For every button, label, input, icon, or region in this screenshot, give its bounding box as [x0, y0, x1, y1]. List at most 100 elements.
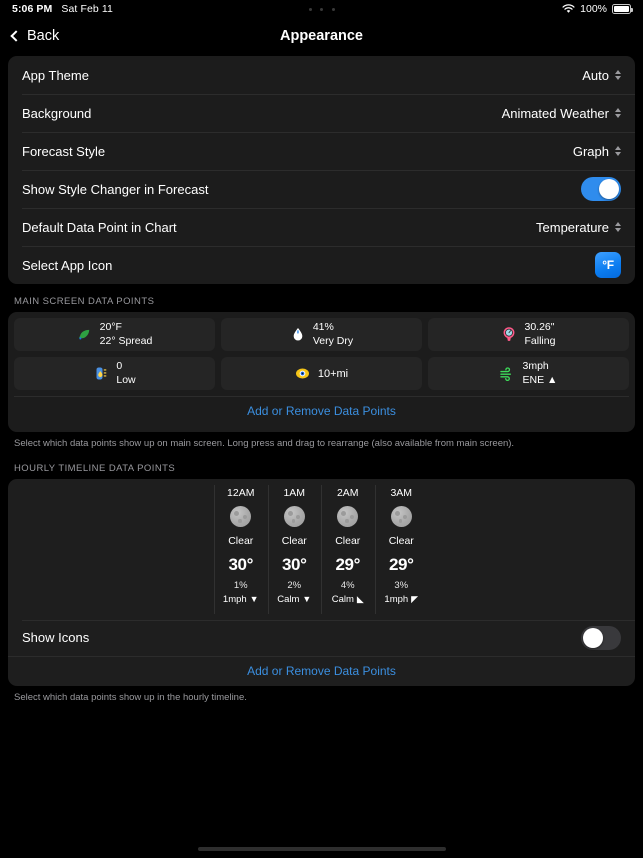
data-point-tile[interactable]: 20°F 22° Spread	[14, 318, 215, 351]
data-point-tile[interactable]: 0 Low	[14, 357, 215, 390]
data-point-tile[interactable]: 3mph ENE ▲	[427, 357, 629, 390]
row-show-style-changer: Show Style Changer in Forecast	[8, 170, 635, 208]
main-screen-tile-grid: 20°F 22° Spread 41% Very Dry 30.26" Fall…	[14, 318, 629, 390]
data-point-line2: 22° Spread	[99, 334, 153, 347]
row-forecast-style[interactable]: Forecast Style Graph	[8, 132, 635, 170]
hourly-column[interactable]: 3AM Clear 29° 3% 1mph ◤	[374, 479, 429, 620]
home-indicator	[0, 847, 643, 851]
data-point-tile[interactable]: 30.26" Falling	[427, 318, 629, 351]
hourly-precip-chance: 2%	[287, 579, 302, 591]
data-point-text: 3mph ENE ▲	[523, 360, 558, 386]
hourly-wind-speed: Calm	[277, 593, 300, 605]
hourly-precip-chance: 4%	[340, 579, 355, 591]
default-data-point-label: Default Data Point in Chart	[22, 219, 177, 235]
row-background[interactable]: Background Animated Weather	[8, 94, 635, 132]
show-style-changer-toggle[interactable]	[581, 177, 621, 201]
wind-direction-arrow-icon: ◤	[411, 593, 419, 604]
data-point-line1: 41%	[312, 321, 334, 334]
hourly-temperature: 29°	[388, 554, 414, 574]
default-data-point-value-group[interactable]: Temperature	[536, 220, 621, 235]
data-point-line1: 3mph	[522, 360, 549, 373]
hourly-time: 1AM	[283, 486, 306, 499]
status-bar-left: 5:06 PM Sat Feb 11	[12, 3, 113, 15]
pressure-gauge-icon	[501, 327, 517, 343]
hourly-wind: 1mph ◤	[384, 594, 418, 605]
chevron-left-icon	[10, 30, 22, 42]
hourly-timeline-card: 12AM Clear 30° 1% 1mph ▼ 1AM Clear 30° 2…	[8, 478, 635, 686]
data-point-line2: Low	[116, 373, 136, 386]
data-point-line2: ENE ▲	[522, 373, 558, 386]
hourly-column[interactable]: 2AM Clear 29° 4% Calm ◣	[321, 479, 375, 620]
chevron-updown-icon	[615, 70, 621, 80]
hourly-wind: Calm ◣	[332, 594, 364, 605]
add-remove-data-points-hourly[interactable]: Add or Remove Data Points	[8, 655, 635, 686]
data-point-line2: Very Dry	[312, 334, 354, 347]
hourly-time: 3AM	[390, 486, 413, 499]
moon-icon	[337, 505, 359, 527]
app-theme-value: Auto	[582, 67, 609, 83]
data-point-tile[interactable]: 41% Very Dry	[220, 318, 422, 351]
visibility-eye-icon	[295, 366, 311, 382]
hourly-spacer	[8, 479, 214, 620]
hourly-precip-chance: 3%	[394, 579, 409, 591]
data-point-line2: Falling	[524, 334, 556, 347]
row-default-data-point[interactable]: Default Data Point in Chart Temperature	[8, 208, 635, 246]
wind-direction-arrow-icon: ▼	[302, 593, 312, 604]
moon-icon	[390, 505, 412, 527]
back-button[interactable]: Back	[10, 28, 59, 44]
hourly-condition: Clear	[281, 534, 307, 547]
hourly-condition: Clear	[388, 534, 414, 547]
forecast-style-label: Forecast Style	[22, 143, 106, 159]
hourly-temperature: 29°	[335, 554, 360, 574]
background-value: Animated Weather	[501, 105, 609, 121]
data-point-line1: 20°F	[99, 321, 122, 334]
main-screen-data-points-card: 20°F 22° Spread 41% Very Dry 30.26" Fall…	[8, 312, 635, 432]
battery-full-icon	[612, 4, 633, 14]
hourly-section-footer: Select which data points show up in the …	[14, 691, 247, 703]
chevron-updown-icon	[615, 146, 621, 156]
hourly-column[interactable]: 1AM Clear 30° 2% Calm ▼	[267, 479, 322, 620]
hourly-column[interactable]: 12AM Clear 30° 1% 1mph ▼	[214, 479, 268, 620]
chevron-updown-icon	[615, 222, 621, 232]
data-point-text: 30.26" Falling	[524, 321, 555, 347]
hourly-wind: 1mph ▼	[223, 594, 259, 605]
hourly-temperature: 30°	[281, 554, 307, 574]
hourly-temperature: 30°	[228, 554, 253, 574]
forecast-style-value: Graph	[572, 143, 609, 159]
nav-bar: Back Appearance	[0, 18, 643, 54]
page-title: Appearance	[279, 28, 363, 44]
uv-index-icon	[93, 366, 109, 382]
status-time: 5:06 PM	[12, 3, 53, 15]
app-theme-value-group[interactable]: Auto	[582, 68, 621, 83]
wifi-icon	[562, 4, 575, 13]
hourly-section-header: HOURLY TIMELINE DATA POINTS	[14, 462, 176, 474]
hourly-wind: Calm ▼	[277, 594, 311, 605]
status-date: Sat Feb 11	[61, 3, 113, 15]
add-remove-data-points-main[interactable]: Add or Remove Data Points	[14, 396, 629, 426]
row-select-app-icon[interactable]: Select App Icon °F	[8, 246, 635, 284]
background-label: Background	[22, 105, 92, 121]
app-icon-preview[interactable]: °F	[595, 252, 621, 278]
forecast-style-value-group[interactable]: Graph	[573, 144, 621, 159]
moon-icon	[283, 505, 305, 527]
hourly-precip-chance: 1%	[233, 579, 248, 591]
status-bar: 5:06 PM Sat Feb 11 100%	[0, 0, 643, 18]
hourly-time: 12AM	[227, 486, 255, 499]
data-point-line1: 0	[116, 360, 123, 373]
more-dots-icon	[308, 7, 335, 11]
main-screen-section-header: MAIN SCREEN DATA POINTS	[14, 296, 155, 307]
row-app-theme[interactable]: App Theme Auto	[8, 56, 635, 94]
appearance-settings-card: App Theme Auto Background Animated Weath…	[8, 56, 635, 284]
data-point-text: 41% Very Dry	[313, 321, 353, 347]
data-point-tile[interactable]: 10+mi	[220, 357, 422, 390]
dew-point-leaf-icon	[77, 327, 93, 343]
data-point-line1: 30.26"	[524, 321, 555, 334]
show-icons-label: Show Icons	[22, 630, 90, 646]
hourly-wind-speed: 1mph	[222, 593, 247, 605]
data-point-text: 0 Low	[116, 360, 135, 386]
hourly-columns-container: 12AM Clear 30° 1% 1mph ▼ 1AM Clear 30° 2…	[8, 479, 635, 620]
app-theme-label: App Theme	[22, 67, 89, 83]
show-icons-toggle[interactable]	[581, 625, 621, 650]
data-point-text: 20°F 22° Spread	[100, 321, 153, 347]
background-value-group[interactable]: Animated Weather	[502, 106, 621, 121]
